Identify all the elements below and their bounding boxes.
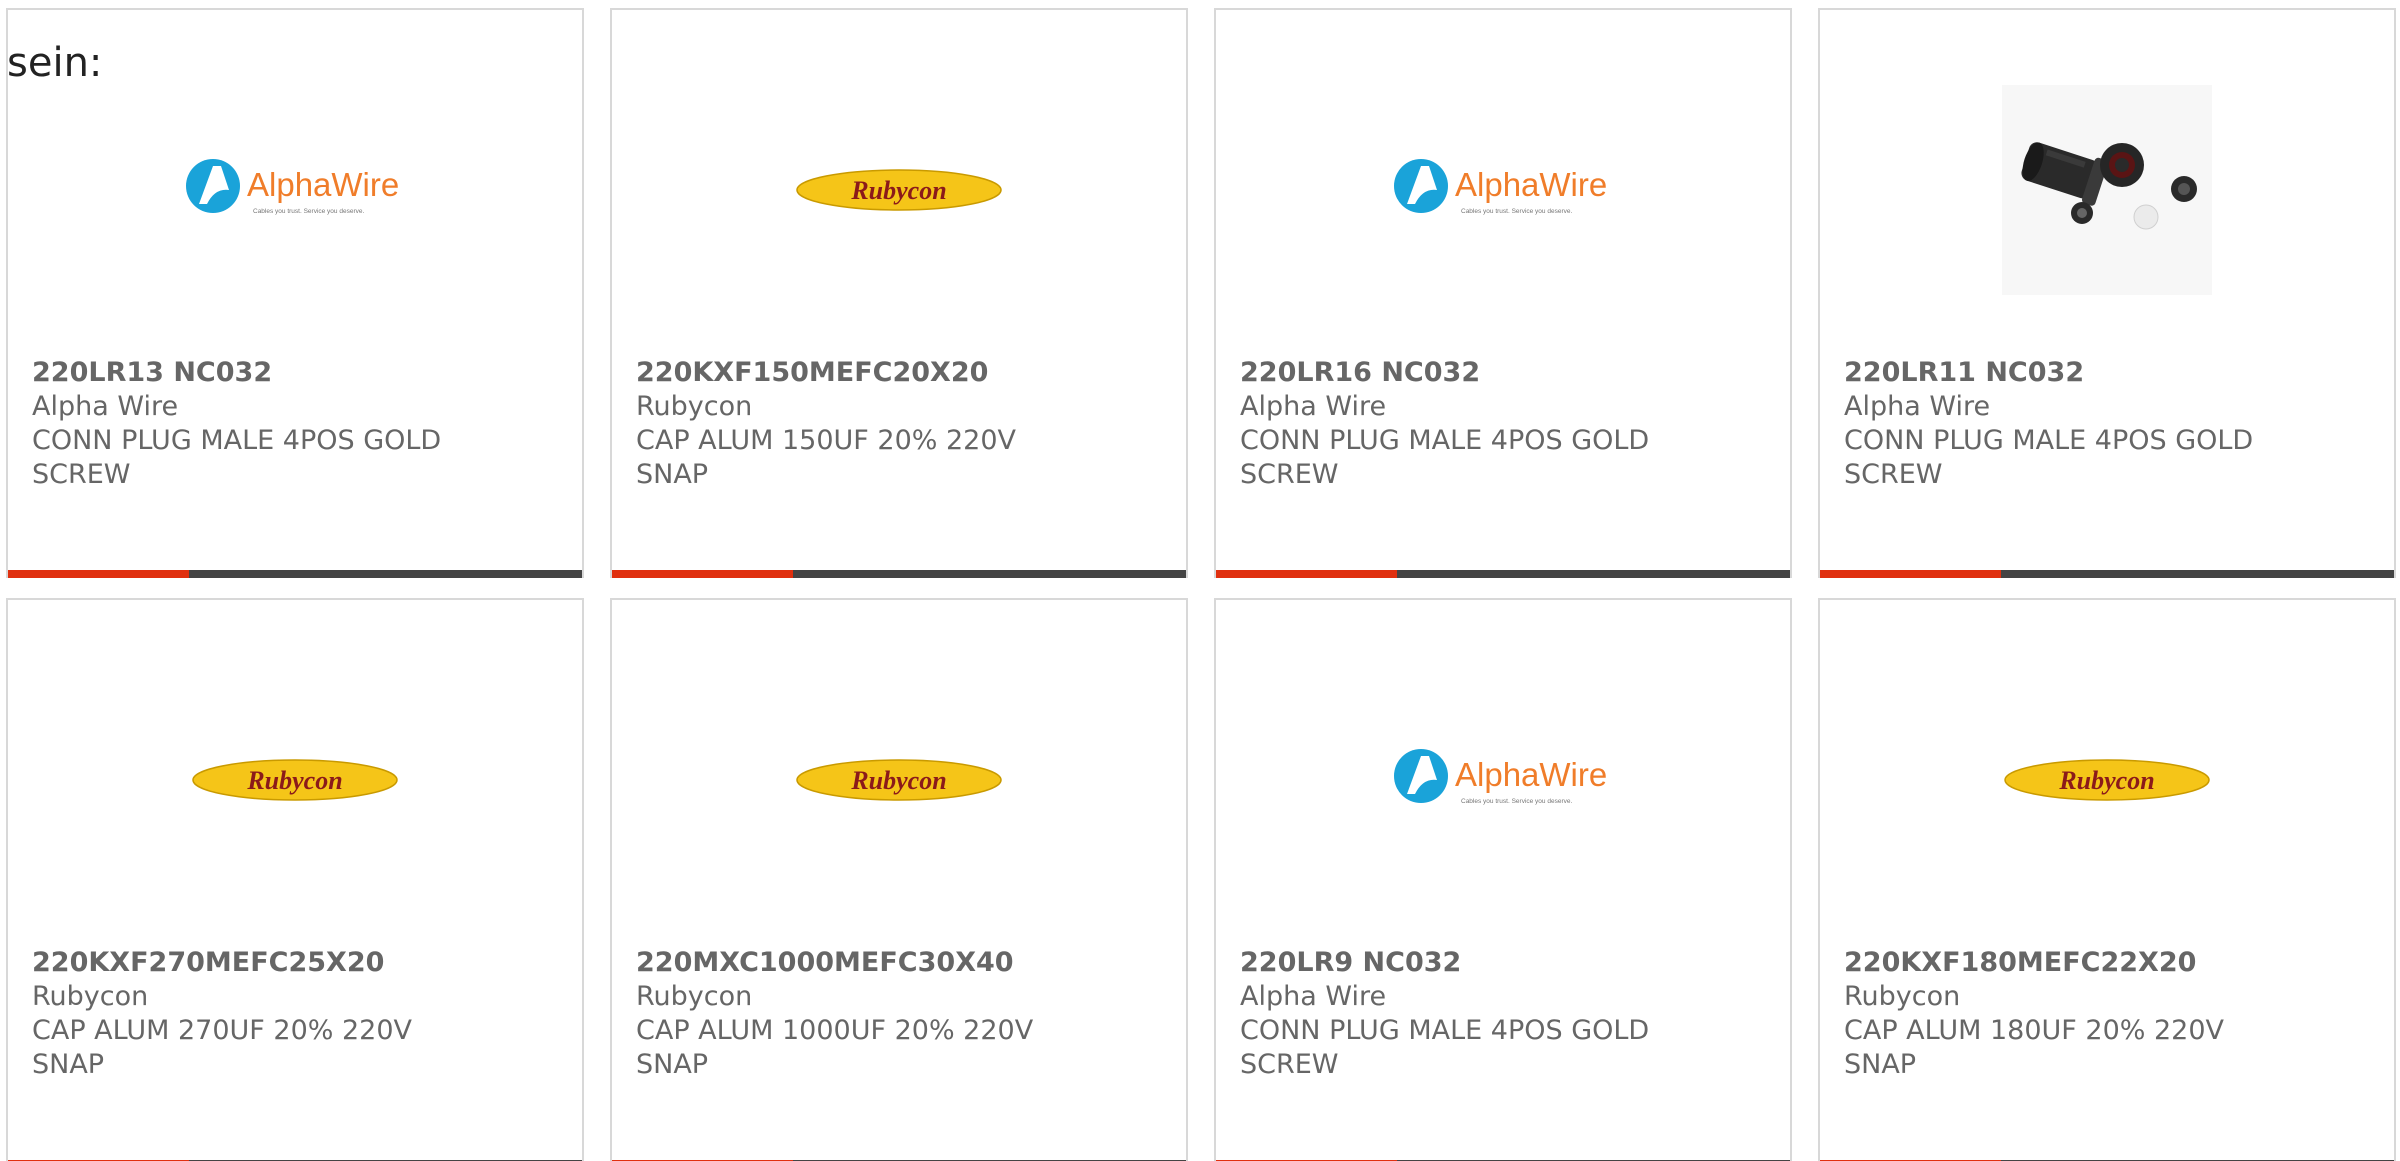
product-info: 220LR13 NC032 Alpha Wire CONN PLUG MALE … xyxy=(32,356,492,492)
product-image[interactable]: Rubycon xyxy=(1820,670,2394,890)
svg-text:AlphaWire: AlphaWire xyxy=(247,166,399,203)
product-card[interactable]: 220LR11 NC032 Alpha Wire CONN PLUG MALE … xyxy=(1818,8,2396,578)
description: CONN PLUG MALE 4POS GOLD SCREW xyxy=(32,425,442,490)
manufacturer: Alpha Wire xyxy=(1240,391,1387,422)
part-number[interactable]: 220KXF270MEFC25X20 xyxy=(32,946,492,980)
card-bottom-bar xyxy=(8,570,582,578)
product-image[interactable]: AlphaWire Cables you trust. Service you … xyxy=(8,80,582,300)
product-card[interactable]: AlphaWire Cables you trust. Service you … xyxy=(1214,8,1792,578)
product-grid-page: sein: AlphaWire Cables you trust. Servic… xyxy=(0,0,2400,1161)
manufacturer: Rubycon xyxy=(1844,981,1961,1012)
description: CAP ALUM 150UF 20% 220V SNAP xyxy=(636,425,1017,490)
part-number[interactable]: 220KXF150MEFC20X20 xyxy=(636,356,1096,390)
product-card[interactable]: Rubycon 220MXC1000MEFC30X40 Rubycon CAP … xyxy=(610,598,1188,1161)
rubycon-logo: Rubycon xyxy=(2004,759,2210,801)
product-image[interactable]: Rubycon xyxy=(8,670,582,890)
svg-text:Cables you trust. Service you: Cables you trust. Service you deserve. xyxy=(1461,208,1572,215)
product-info: 220KXF270MEFC25X20 Rubycon CAP ALUM 270U… xyxy=(32,946,492,1082)
svg-text:Rubycon: Rubycon xyxy=(850,766,946,795)
description: CAP ALUM 1000UF 20% 220V SNAP xyxy=(636,1015,1034,1080)
alphawire-logo: AlphaWire Cables you trust. Service you … xyxy=(186,159,399,215)
part-number[interactable]: 220LR11 NC032 xyxy=(1844,356,2304,390)
connector-photo xyxy=(2002,85,2212,295)
accent-bar xyxy=(1820,570,2001,578)
product-info: 220MXC1000MEFC30X40 Rubycon CAP ALUM 100… xyxy=(636,946,1096,1082)
product-image[interactable]: Rubycon xyxy=(612,80,1186,300)
card-bottom-bar xyxy=(1216,570,1790,578)
part-number[interactable]: 220LR13 NC032 xyxy=(32,356,492,390)
product-info: 220KXF180MEFC22X20 Rubycon CAP ALUM 180U… xyxy=(1844,946,2304,1082)
rubycon-logo: Rubycon xyxy=(192,759,398,801)
description: CONN PLUG MALE 4POS GOLD SCREW xyxy=(1240,1015,1650,1080)
product-info: 220LR9 NC032 Alpha Wire CONN PLUG MALE 4… xyxy=(1240,946,1700,1082)
card-bottom-bar xyxy=(1820,570,2394,578)
accent-bar xyxy=(1216,570,1397,578)
product-image[interactable]: Rubycon xyxy=(612,670,1186,890)
alphawire-logo: AlphaWire Cables you trust. Service you … xyxy=(1394,749,1607,805)
manufacturer: Rubycon xyxy=(636,391,753,422)
part-number[interactable]: 220LR16 NC032 xyxy=(1240,356,1700,390)
svg-text:AlphaWire: AlphaWire xyxy=(1455,166,1607,203)
manufacturer: Alpha Wire xyxy=(1844,391,1991,422)
part-number[interactable]: 220LR9 NC032 xyxy=(1240,946,1700,980)
svg-text:AlphaWire: AlphaWire xyxy=(1455,756,1607,793)
product-card[interactable]: AlphaWire Cables you trust. Service you … xyxy=(6,8,584,578)
intro-text: sein: xyxy=(7,40,103,86)
rubycon-logo: Rubycon xyxy=(796,169,1002,211)
manufacturer: Alpha Wire xyxy=(32,391,179,422)
svg-text:Rubycon: Rubycon xyxy=(2058,766,2154,795)
accent-bar xyxy=(612,570,793,578)
rubycon-logo: Rubycon xyxy=(796,759,1002,801)
svg-text:Cables you trust. Service you: Cables you trust. Service you deserve. xyxy=(253,208,364,215)
product-info: 220LR16 NC032 Alpha Wire CONN PLUG MALE … xyxy=(1240,356,1700,492)
product-card[interactable]: AlphaWire Cables you trust. Service you … xyxy=(1214,598,1792,1161)
product-card[interactable]: Rubycon 220KXF270MEFC25X20 Rubycon CAP A… xyxy=(6,598,584,1161)
manufacturer: Rubycon xyxy=(636,981,753,1012)
product-card[interactable]: Rubycon 220KXF180MEFC22X20 Rubycon CAP A… xyxy=(1818,598,2396,1161)
accent-bar xyxy=(8,570,189,578)
manufacturer: Rubycon xyxy=(32,981,149,1012)
description: CONN PLUG MALE 4POS GOLD SCREW xyxy=(1844,425,2254,490)
product-image[interactable]: AlphaWire Cables you trust. Service you … xyxy=(1216,80,1790,300)
product-card[interactable]: Rubycon 220KXF150MEFC20X20 Rubycon CAP A… xyxy=(610,8,1188,578)
part-number[interactable]: 220MXC1000MEFC30X40 xyxy=(636,946,1096,980)
product-info: 220KXF150MEFC20X20 Rubycon CAP ALUM 150U… xyxy=(636,356,1096,492)
description: CONN PLUG MALE 4POS GOLD SCREW xyxy=(1240,425,1650,490)
svg-text:Rubycon: Rubycon xyxy=(246,766,342,795)
svg-text:Cables you trust. Service you: Cables you trust. Service you deserve. xyxy=(1461,798,1572,805)
part-number[interactable]: 220KXF180MEFC22X20 xyxy=(1844,946,2304,980)
product-image[interactable] xyxy=(1820,80,2394,300)
alphawire-logo: AlphaWire Cables you trust. Service you … xyxy=(1394,159,1607,215)
svg-text:Rubycon: Rubycon xyxy=(850,176,946,205)
product-info: 220LR11 NC032 Alpha Wire CONN PLUG MALE … xyxy=(1844,356,2304,492)
card-bottom-bar xyxy=(612,570,1186,578)
product-image[interactable]: AlphaWire Cables you trust. Service you … xyxy=(1216,670,1790,890)
description: CAP ALUM 180UF 20% 220V SNAP xyxy=(1844,1015,2225,1080)
manufacturer: Alpha Wire xyxy=(1240,981,1387,1012)
description: CAP ALUM 270UF 20% 220V SNAP xyxy=(32,1015,413,1080)
